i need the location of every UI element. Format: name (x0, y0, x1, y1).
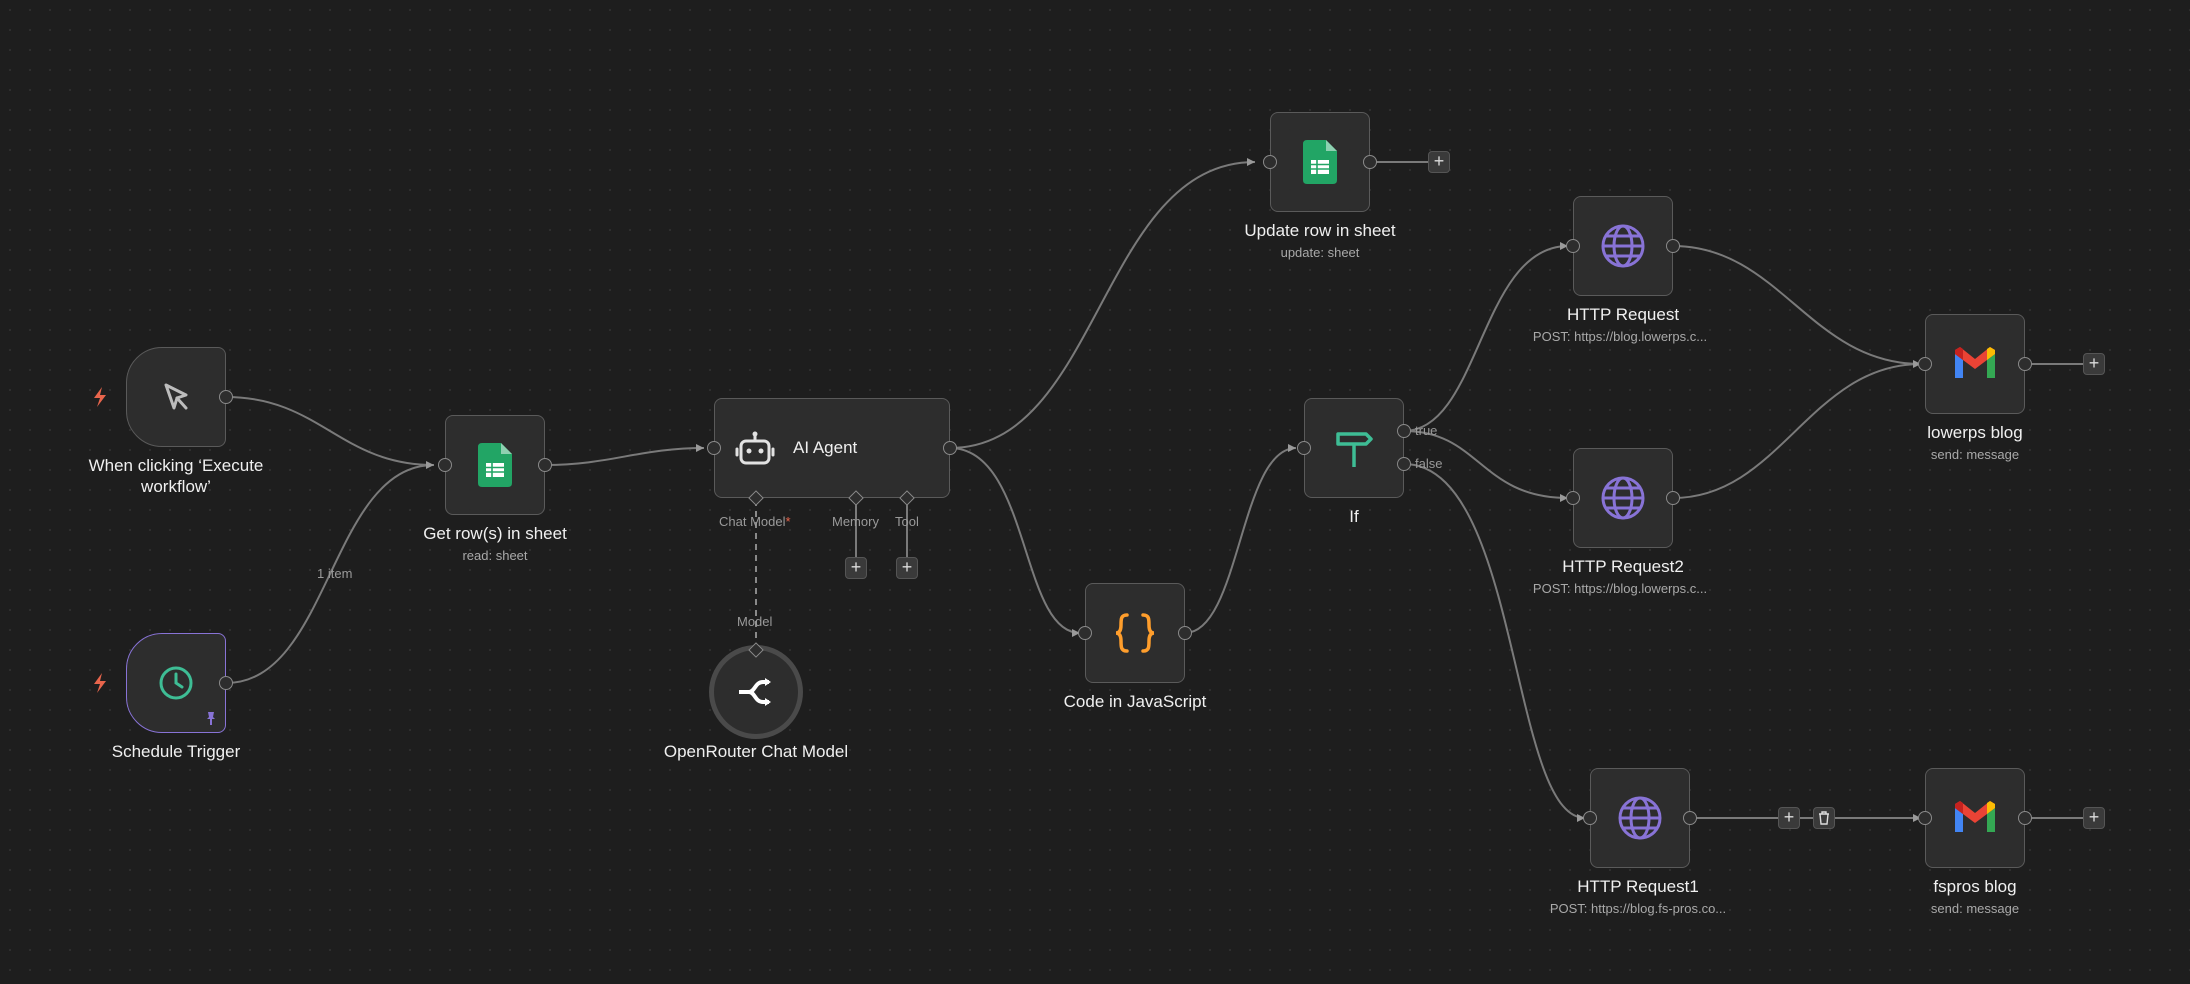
input-handle[interactable] (1297, 441, 1311, 455)
node-code-javascript[interactable] (1085, 583, 1185, 683)
memory-port-label: Memory (832, 514, 879, 529)
trigger-bolt-icon (94, 387, 106, 407)
globe-icon (1601, 224, 1645, 268)
node-subtitle: update: sheet (1280, 245, 1360, 260)
braces-icon (1115, 613, 1155, 653)
true-branch-label: true (1415, 423, 1438, 438)
input-handle[interactable] (1918, 357, 1932, 371)
node-title: When clicking ‘Execute workflow’ (88, 456, 264, 496)
output-handle[interactable] (1683, 811, 1697, 825)
globe-icon (1601, 476, 1645, 520)
robot-icon (735, 431, 775, 465)
output-handle[interactable] (1363, 155, 1377, 169)
add-node-button[interactable]: + (2083, 807, 2105, 829)
trigger-bolt-icon (94, 673, 106, 693)
gmail-icon (1955, 347, 1995, 378)
delete-connection-button[interactable] (1813, 807, 1835, 829)
node-schedule-trigger[interactable] (126, 633, 226, 733)
output-handle[interactable] (219, 390, 233, 404)
node-ai-agent[interactable]: AI Agent (714, 398, 950, 498)
pin-icon (207, 712, 215, 725)
node-get-rows[interactable] (445, 415, 545, 515)
input-handle[interactable] (1078, 626, 1092, 640)
add-node-button[interactable]: + (2083, 353, 2105, 375)
node-title: lowerps blog (1927, 423, 2023, 442)
cursor-icon (164, 383, 188, 410)
add-node-button[interactable]: + (1428, 151, 1450, 173)
node-update-row[interactable] (1270, 112, 1370, 212)
input-handle[interactable] (1918, 811, 1932, 825)
add-memory-button[interactable]: + (845, 557, 867, 579)
add-tool-button[interactable]: + (896, 557, 918, 579)
true-output-handle[interactable] (1397, 424, 1411, 438)
connections-layer (225, 158, 2083, 822)
output-handle[interactable] (219, 676, 233, 690)
google-sheets-icon (1303, 140, 1337, 184)
edge-if-false-to-http1 (1403, 463, 1586, 819)
input-handle[interactable] (1566, 491, 1580, 505)
node-http-request1[interactable] (1590, 768, 1690, 868)
node-title: If (1349, 507, 1359, 526)
openrouter-icon (739, 678, 771, 706)
input-handle[interactable] (1263, 155, 1277, 169)
output-handle[interactable] (2018, 811, 2032, 825)
clock-icon (159, 666, 193, 700)
model-port-label: Model (737, 614, 773, 629)
node-title: Get row(s) in sheet (423, 524, 567, 543)
node-title: OpenRouter Chat Model (663, 742, 849, 761)
node-title: HTTP Request (1566, 305, 1680, 324)
node-if[interactable] (1304, 398, 1404, 498)
node-title: HTTP Request1 (1577, 877, 1699, 896)
node-subtitle: send: message (1930, 901, 2020, 916)
node-title: Schedule Trigger (111, 742, 241, 761)
node-openrouter-chat-model[interactable] (709, 645, 803, 739)
node-fspros-blog[interactable] (1925, 768, 2025, 868)
output-handle[interactable] (1666, 239, 1680, 253)
tool-port-label: Tool (895, 514, 919, 529)
node-title: Update row in sheet (1244, 221, 1396, 240)
output-handle[interactable] (2018, 357, 2032, 371)
input-handle[interactable] (707, 441, 721, 455)
output-handle[interactable] (1178, 626, 1192, 640)
node-subtitle: send: message (1930, 447, 2020, 462)
false-output-handle[interactable] (1397, 457, 1411, 471)
node-lowerps-blog[interactable] (1925, 314, 2025, 414)
node-subtitle: POST: https://blog.lowerps.c... (1532, 329, 1708, 344)
false-branch-label: false (1415, 456, 1443, 471)
trash-icon (1819, 811, 1829, 825)
node-title: Code in JavaScript (1063, 692, 1207, 711)
edge-agent-to-update-row (949, 161, 1256, 449)
output-handle[interactable] (1666, 491, 1680, 505)
node-title: HTTP Request2 (1562, 557, 1684, 576)
add-node-button[interactable]: + (1778, 807, 1800, 829)
node-manual-trigger[interactable] (126, 347, 226, 447)
edge-agent-to-code (949, 447, 1081, 634)
input-handle[interactable] (438, 458, 452, 472)
google-sheets-icon (478, 443, 512, 487)
signpost-icon (1336, 432, 1373, 467)
node-subtitle: POST: https://blog.fs-pros.co... (1549, 901, 1727, 916)
output-handle[interactable] (943, 441, 957, 455)
output-handle[interactable] (538, 458, 552, 472)
input-handle[interactable] (1583, 811, 1597, 825)
node-title: fspros blog (1933, 877, 2017, 896)
node-http-request[interactable] (1573, 196, 1673, 296)
gmail-icon (1955, 801, 1995, 832)
node-subtitle: read: sheet (462, 548, 528, 563)
chat-model-port-label: Chat Model* (719, 514, 791, 529)
edge-code-to-if (1184, 447, 1297, 634)
edge-get-rows-to-agent (544, 447, 705, 466)
globe-icon (1618, 796, 1662, 840)
node-subtitle: POST: https://blog.lowerps.c... (1532, 581, 1708, 596)
input-handle[interactable] (1566, 239, 1580, 253)
node-title: AI Agent (793, 438, 858, 457)
edge-label-item-count: 1 item (317, 566, 353, 581)
node-http-request2[interactable] (1573, 448, 1673, 548)
